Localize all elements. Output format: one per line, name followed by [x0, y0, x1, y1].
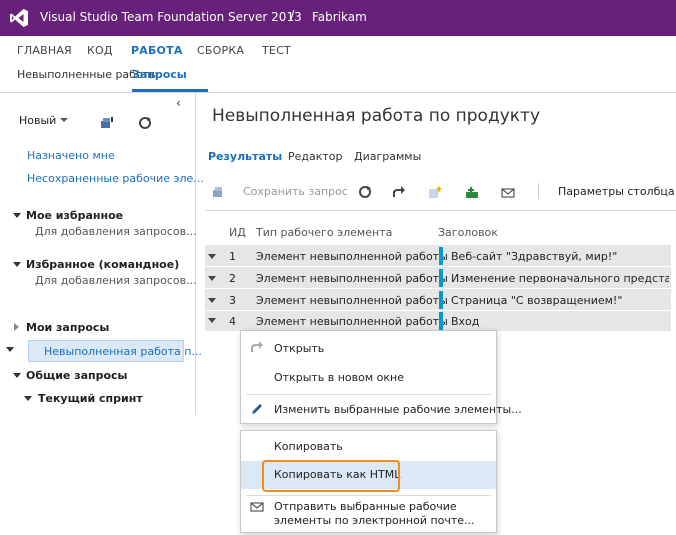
menu-separator: [246, 394, 491, 395]
breadcrumb-separator: /: [290, 9, 295, 24]
hub-home[interactable]: ГЛАВНАЯ: [17, 44, 72, 57]
my-queries-title[interactable]: Мои запросы: [26, 321, 109, 334]
column-header-type[interactable]: Тип рабочего элемента: [256, 226, 392, 239]
work-item-type-color-bar: [439, 291, 443, 309]
toolbar-separator: [538, 183, 539, 199]
column-header-title[interactable]: Заголовок: [438, 226, 498, 239]
grid-top-border: [205, 210, 676, 211]
new-work-item-icon[interactable]: [428, 185, 442, 199]
refresh-icon[interactable]: [358, 185, 372, 199]
cell-type: Элемент невыполненной работы: [256, 294, 448, 307]
menu-item-open-new-window[interactable]: Открыть в новом окне: [274, 371, 404, 384]
cell-id: 2: [229, 272, 236, 285]
save-query-button[interactable]: Сохранить запрос: [243, 185, 348, 198]
shared-queries-title[interactable]: Общие запросы: [26, 369, 128, 382]
visual-studio-logo-icon[interactable]: [9, 8, 29, 28]
query-assigned-to-me[interactable]: Назначено мне: [27, 149, 115, 162]
menu-item-copy[interactable]: Копировать: [274, 440, 343, 453]
hub-test[interactable]: ТЕСТ: [262, 44, 291, 57]
save-icon[interactable]: [212, 185, 226, 199]
email-icon[interactable]: [501, 186, 515, 200]
open-arrow-icon: [251, 341, 263, 352]
new-query-button[interactable]: Новый: [19, 114, 56, 127]
link-work-items-icon[interactable]: [465, 185, 479, 199]
selected-query-label[interactable]: Невыполненная работа п...: [44, 345, 202, 358]
my-favorites-hint: Для добавления запросов...: [35, 225, 197, 238]
row-menu-caret-icon[interactable]: [208, 276, 216, 281]
cell-id: 3: [229, 294, 236, 307]
work-item-type-color-bar: [439, 269, 443, 287]
project-name[interactable]: Fabrikam: [312, 10, 367, 24]
menu-item-email-line-2[interactable]: элементы по электронной почте...: [274, 514, 475, 527]
hub-work[interactable]: РАБОТА: [131, 44, 183, 57]
menu-item-email-line-1[interactable]: Отправить выбранные рабочие: [274, 500, 457, 513]
hub-build[interactable]: СБОРКА: [197, 44, 244, 57]
column-header-id[interactable]: ИД: [229, 226, 246, 239]
collapse-arrow-icon[interactable]: [24, 396, 32, 401]
row-menu-caret-icon[interactable]: [208, 254, 216, 259]
collapse-arrow-icon[interactable]: [13, 373, 21, 378]
sidebar-border: [195, 93, 196, 415]
chevron-left-icon[interactable]: ‹: [176, 96, 181, 110]
row-divider: [205, 310, 671, 311]
column-options-button[interactable]: Параметры столбца: [558, 185, 675, 198]
cell-title: Веб-сайт "Здравствуй, мир!": [451, 250, 618, 263]
team-favorites-title[interactable]: Избранное (командное): [26, 258, 179, 271]
cell-type: Элемент невыполненной работы: [256, 315, 448, 328]
cell-id: 1: [229, 250, 236, 263]
pencil-icon: [252, 404, 262, 414]
menu-item-edit-selected[interactable]: Изменить выбранные рабочие элементы...: [274, 403, 522, 416]
row-menu-caret-icon[interactable]: [208, 318, 216, 323]
tab-charts[interactable]: Диаграммы: [354, 150, 421, 163]
menu-separator: [246, 495, 491, 496]
query-unsaved-work-items[interactable]: Несохраненные рабочие эле...: [27, 172, 204, 185]
title-bar: Visual Studio Team Foundation Server 201…: [0, 0, 676, 36]
cell-type: Элемент невыполненной работы: [256, 250, 448, 263]
cell-title: Вход: [451, 315, 480, 328]
redo-arrow-icon[interactable]: [392, 185, 406, 199]
collapse-arrow-icon[interactable]: [13, 262, 21, 267]
new-folder-icon[interactable]: [100, 116, 114, 130]
collapse-arrow-icon[interactable]: [13, 213, 21, 218]
cell-id: 4: [229, 315, 236, 328]
row-menu-caret-icon[interactable]: [208, 298, 216, 303]
hub-code[interactable]: КОД: [87, 44, 113, 57]
caret-down-icon[interactable]: [60, 118, 68, 122]
current-sprint-folder[interactable]: Текущий спринт: [38, 392, 143, 405]
cell-title: Страница "С возвращением!": [451, 294, 623, 307]
my-favorites-title[interactable]: Мое избранное: [26, 209, 123, 222]
subnav-queries[interactable]: Запросы: [132, 68, 187, 81]
row-divider: [205, 288, 671, 289]
row-divider: [205, 266, 671, 267]
refresh-icon[interactable]: [138, 116, 152, 130]
email-icon: [250, 502, 264, 512]
team-favorites-hint: Для добавления запросов...: [35, 274, 197, 287]
menu-item-open[interactable]: Открыть: [274, 342, 324, 355]
work-item-type-color-bar: [439, 312, 443, 330]
tab-editor[interactable]: Редактор: [288, 150, 343, 163]
page-title: Невыполненная работа по продукту: [212, 106, 541, 126]
work-item-type-color-bar: [439, 247, 443, 265]
copy-as-html-highlight: [262, 460, 400, 492]
cell-type: Элемент невыполненной работы: [256, 272, 448, 285]
tab-results[interactable]: Результаты: [208, 150, 282, 163]
expand-arrow-icon[interactable]: [14, 323, 19, 331]
app-title[interactable]: Visual Studio Team Foundation Server 201…: [40, 10, 302, 24]
collapse-arrow-icon[interactable]: [6, 347, 14, 352]
cell-title: Изменение первоначального представ...: [451, 272, 669, 285]
